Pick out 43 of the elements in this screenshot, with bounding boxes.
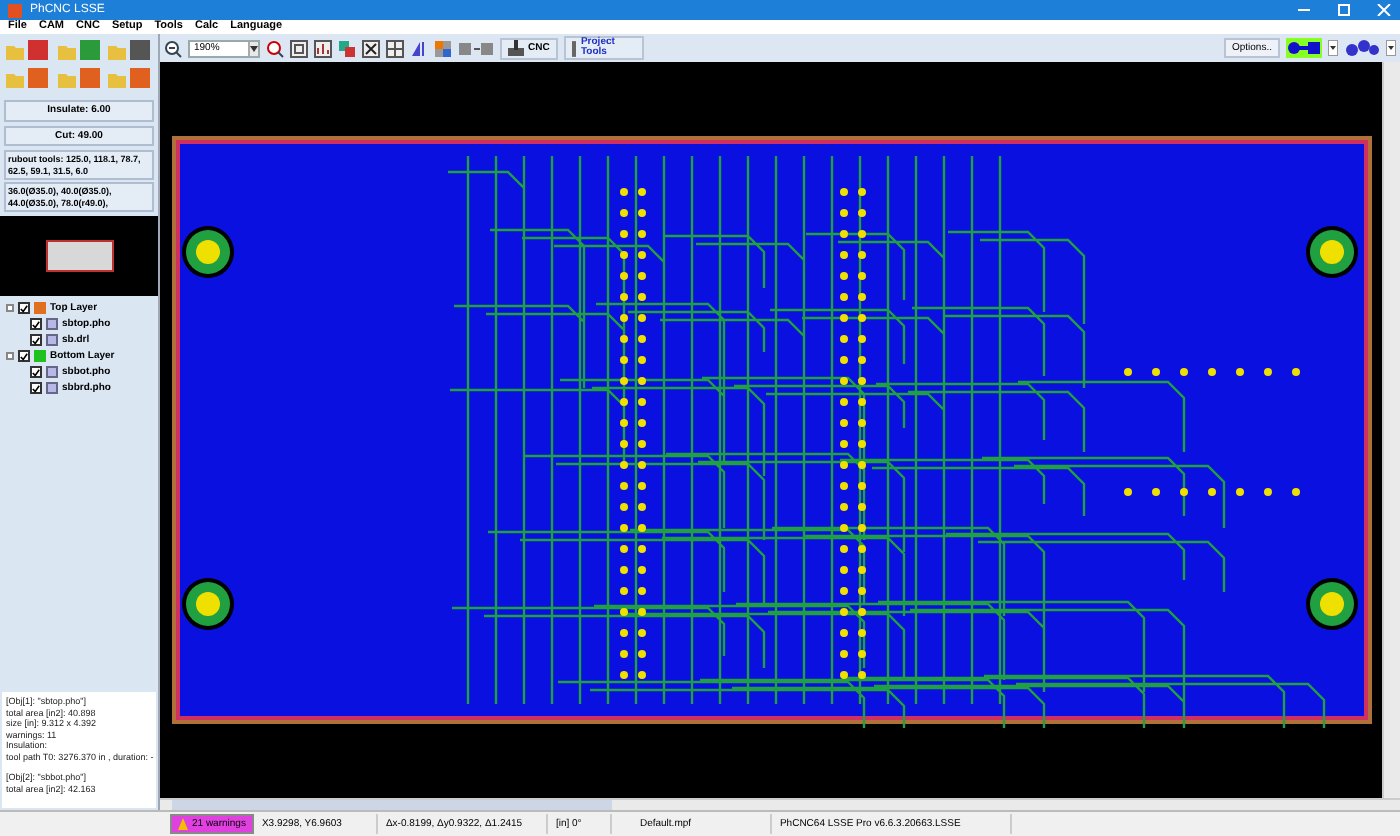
open-file-icon[interactable] — [106, 38, 155, 62]
mounting-hole — [1305, 226, 1357, 278]
dropdown-arrow-icon[interactable] — [1386, 40, 1396, 56]
vertical-scrollbar[interactable] — [1382, 62, 1400, 798]
trace-style-icon[interactable] — [1286, 38, 1322, 58]
open-file-icon[interactable] — [55, 38, 104, 62]
dropdown-arrow-icon — [250, 45, 258, 51]
mounting-hole — [181, 226, 233, 278]
transfer-icon[interactable] — [458, 39, 494, 57]
zoom-out-icon[interactable] — [164, 39, 182, 57]
mounting-hole — [1305, 578, 1357, 630]
zoom-in-icon[interactable] — [266, 39, 284, 57]
scrollbar-thumb[interactable] — [172, 800, 612, 810]
checkbox[interactable] — [18, 302, 30, 314]
warning-icon — [178, 818, 188, 830]
maximize-icon[interactable] — [1336, 4, 1352, 16]
file-icon[interactable] — [106, 66, 155, 90]
machine-icon — [508, 40, 524, 56]
checkbox[interactable] — [30, 318, 42, 330]
collapse-toggle[interactable] — [6, 304, 14, 312]
mounting-hole — [181, 578, 233, 630]
chart-icon[interactable] — [314, 39, 332, 57]
checkbox[interactable] — [18, 350, 30, 362]
grid-icon[interactable] — [386, 39, 404, 57]
fit-view-icon[interactable] — [290, 39, 308, 57]
pcb-canvas[interactable] — [160, 62, 1382, 798]
board-style-icon[interactable] — [1344, 38, 1380, 58]
app-icon — [8, 3, 22, 17]
open-file-icon[interactable] — [4, 38, 52, 62]
checkbox[interactable] — [30, 366, 42, 378]
minimize-icon[interactable] — [1296, 4, 1312, 16]
layers-icon[interactable] — [338, 39, 356, 57]
close-icon[interactable] — [1376, 4, 1392, 16]
squares-icon[interactable] — [434, 39, 452, 57]
board-preview — [45, 240, 113, 272]
mirror-icon[interactable] — [410, 39, 428, 57]
dropdown-arrow-icon[interactable] — [1328, 40, 1338, 56]
file-icon[interactable] — [55, 66, 104, 90]
collapse-toggle[interactable] — [6, 352, 14, 360]
file-icon[interactable] — [4, 66, 52, 90]
checkbox[interactable] — [30, 334, 42, 346]
horizontal-scrollbar[interactable] — [160, 798, 1400, 810]
checkbox[interactable] — [30, 382, 42, 394]
